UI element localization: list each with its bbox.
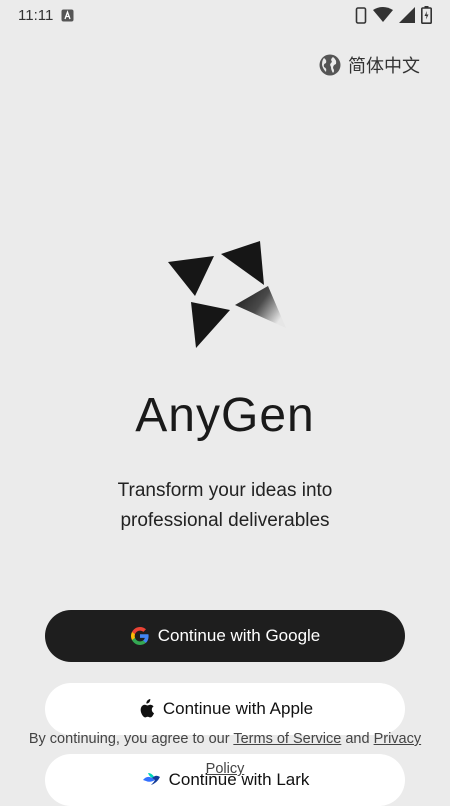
app-name: AnyGen — [135, 389, 315, 442]
terms-notice: By continuing, you agree to our Terms of… — [0, 724, 450, 784]
anygen-logo — [165, 238, 287, 350]
status-time: 11:11 — [18, 6, 54, 24]
privacy-policy-link-continued[interactable]: Policy — [206, 761, 245, 777]
language-label: 简体中文 — [348, 56, 420, 76]
wifi-icon — [373, 7, 393, 23]
globe-icon — [318, 53, 342, 77]
terms-line-1: By continuing, you agree to our Terms of… — [0, 724, 450, 754]
signal-icon — [399, 7, 415, 23]
vibrate-icon — [355, 6, 367, 24]
terms-line-2: Policy — [0, 754, 450, 784]
terms-middle: and — [341, 731, 374, 747]
google-icon — [130, 626, 150, 646]
apple-icon — [137, 699, 155, 719]
status-left: 11:11 — [18, 7, 74, 24]
tagline: Transform your ideas into professional d… — [0, 476, 450, 536]
status-bar: 11:11 — [0, 0, 450, 30]
apple-button-label: Continue with Apple — [162, 699, 314, 718]
google-button-label: Continue with Google — [157, 626, 321, 645]
tagline-line-2: professional deliverables — [120, 510, 330, 531]
status-right — [355, 6, 432, 24]
language-switch-button[interactable]: 简体中文 — [318, 52, 420, 78]
continue-with-google-button[interactable]: Continue with Google — [45, 610, 405, 662]
terms-of-service-link[interactable]: Terms of Service — [233, 731, 341, 747]
terms-prefix: By continuing, you agree to our — [28, 731, 234, 747]
privacy-policy-link[interactable]: Privacy — [374, 731, 422, 747]
battery-icon — [421, 6, 432, 24]
tagline-line-1: Transform your ideas into — [117, 480, 333, 501]
notification-icon — [61, 9, 74, 22]
